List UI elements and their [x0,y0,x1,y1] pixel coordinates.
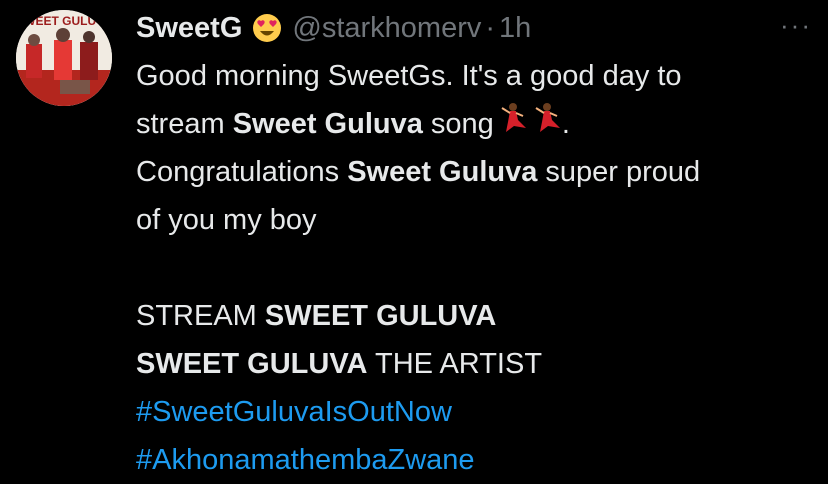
bold-text: Sweet Guluva [232,108,423,140]
separator-dot: · [485,11,496,44]
text-segment: super proud [537,156,701,188]
text-line: SWEET GULUVA THE ARTIST [136,340,816,388]
avatar-logo-text: SWEET GULUVA [16,14,112,28]
text-line: #AkhonamathembaZwane [136,436,816,484]
text-line: stream Sweet Guluva song. [136,100,816,148]
tweet-text: Good morning SweetGs. It's a good day to… [136,52,816,484]
bold-text: SWEET GULUVA [136,348,368,380]
text-segment: stream [136,108,233,140]
text-segment: STREAM [136,300,265,332]
avatar[interactable]: SWEET GULUVA [16,10,112,106]
dancer-emoji-icon [530,101,562,149]
hashtag-link[interactable]: #SweetGuluvaIsOutNow [136,396,452,428]
text-line: of you my boy [136,196,816,244]
bold-text: Sweet Guluva [347,156,538,188]
avatar-image: SWEET GULUVA [16,10,112,106]
text-segment: . [561,108,570,140]
tweet-header: SweetG @starkhomerv · 1h [136,6,531,50]
bold-text: SWEET GULUVA [264,300,497,332]
heart-eyes-emoji-icon [252,13,282,43]
more-options-icon[interactable]: ··· [780,10,812,41]
author-handle[interactable]: @starkhomerv [292,12,481,45]
dancer-emoji-icon [496,101,528,149]
text-line: STREAM SWEET GULUVA [136,292,816,340]
hashtag-link[interactable]: #AkhonamathembaZwane [136,444,475,476]
text-segment: of you my boy [136,204,317,236]
text-line: Congratulations Sweet Guluva super proud [136,148,816,196]
text-segment: Congratulations [136,156,348,188]
text-segment: Good morning SweetGs. It's a good day to [136,60,682,92]
text-line: Good morning SweetGs. It's a good day to [136,52,816,100]
author-name[interactable]: SweetG [136,12,242,45]
text-line: #SweetGuluvaIsOutNow [136,388,816,436]
text-segment: song [422,108,494,140]
timestamp[interactable]: 1h [499,12,531,45]
text-segment: THE ARTIST [367,348,543,380]
